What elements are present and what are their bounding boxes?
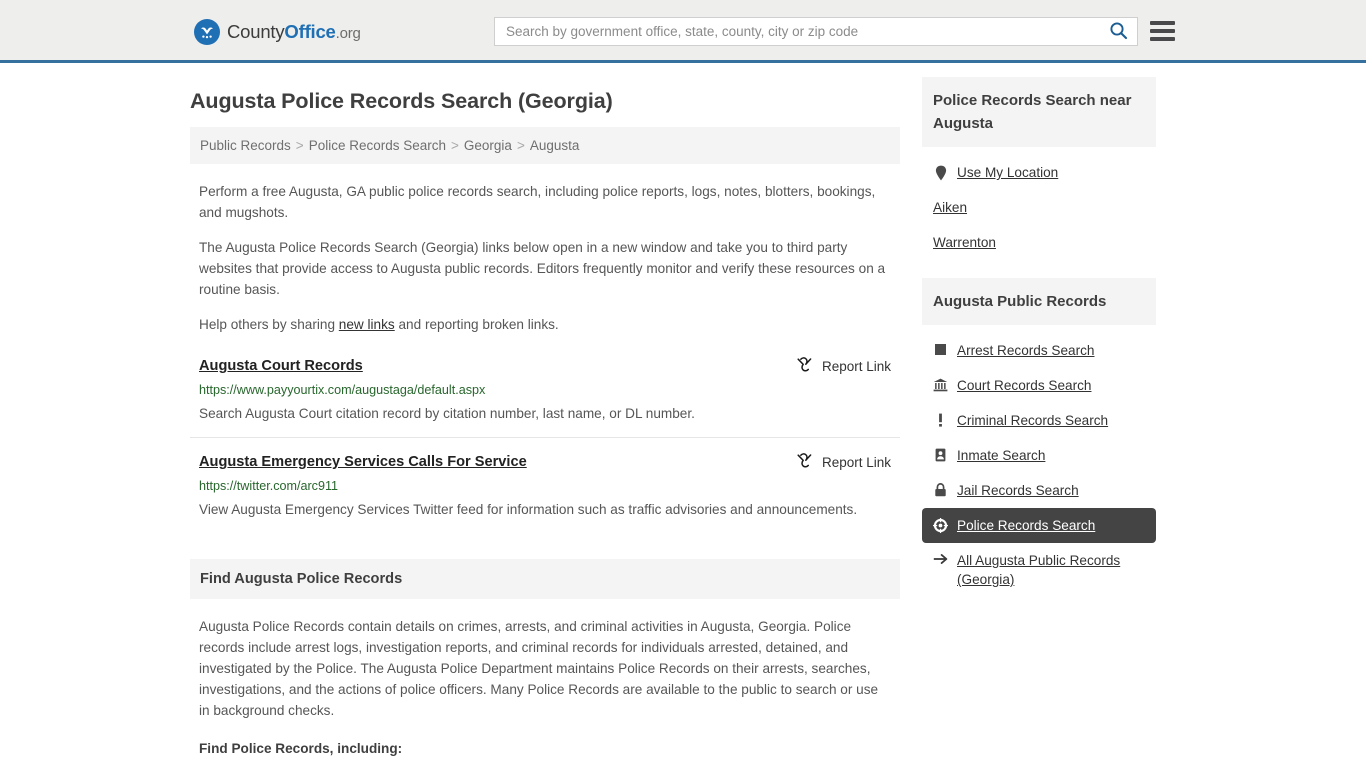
- sidebar-item-label: Aiken: [933, 200, 968, 215]
- content-container: Augusta Police Records Search (Georgia) …: [190, 63, 1176, 768]
- breadcrumb-item-georgia[interactable]: Georgia: [464, 138, 512, 153]
- result-item: Augusta Court Records Report Link https:…: [190, 356, 900, 438]
- sidebar-list-public-records: Arrest Records Search Court Records Sear…: [922, 325, 1156, 597]
- search-bar[interactable]: [494, 17, 1138, 46]
- intro-text: Perform a free Augusta, GA public police…: [190, 181, 900, 335]
- map-pin-icon: [933, 165, 948, 181]
- new-links-link[interactable]: new links: [339, 317, 395, 332]
- sidebar-item-label: All Augusta Public Records (Georgia): [957, 553, 1121, 587]
- page-title: Augusta Police Records Search (Georgia): [190, 89, 613, 113]
- sidebar-item-label: Police Records Search: [957, 518, 1096, 533]
- breadcrumb-separator: >: [295, 138, 304, 153]
- sidebar-item-label: Criminal Records Search: [957, 413, 1109, 428]
- result-description: Search Augusta Court citation record by …: [199, 406, 695, 421]
- breadcrumb-item-augusta[interactable]: Augusta: [530, 138, 580, 153]
- sidebar-list-near: Use My Location Aiken Warrenton: [922, 147, 1156, 260]
- fingerprint-icon: [933, 343, 948, 356]
- search-input[interactable]: [495, 18, 1099, 45]
- section-paragraph: Augusta Police Records contain details o…: [199, 619, 879, 718]
- result-header: Augusta Court Records Report Link: [199, 356, 891, 376]
- sidebar-item-label: Warrenton: [933, 235, 996, 250]
- site-logo[interactable]: CountyOffice.org: [194, 19, 361, 45]
- main-column: Augusta Police Records Search (Georgia) …: [190, 63, 900, 768]
- intro-p3-after: and reporting broken links.: [394, 317, 559, 332]
- brand-word-county: County: [227, 21, 285, 42]
- result-url: https://twitter.com/arc911: [199, 479, 339, 493]
- sidebar-item-aiken[interactable]: Aiken: [922, 190, 1156, 225]
- menu-bar-1: [1150, 21, 1175, 25]
- sidebar: Police Records Search near Augusta Use M…: [922, 63, 1156, 768]
- results-list: Augusta Court Records Report Link https:…: [190, 356, 900, 533]
- sidebar-item-label: Inmate Search: [957, 448, 1046, 463]
- sidebar-item-arrest-records-search[interactable]: Arrest Records Search: [922, 333, 1156, 368]
- courthouse-icon: [933, 378, 948, 392]
- sidebar-item-jail-records-search[interactable]: Jail Records Search: [922, 473, 1156, 508]
- sidebar-card-near: Police Records Search near Augusta Use M…: [922, 77, 1156, 260]
- brand-wordmark: CountyOffice.org: [227, 21, 361, 43]
- sidebar-item-warrenton[interactable]: Warrenton: [922, 225, 1156, 260]
- arrow-right-icon: [933, 553, 948, 565]
- sidebar-heading-public-records: Augusta Public Records: [922, 278, 1156, 325]
- intro-p3-before: Help others by sharing: [199, 317, 339, 332]
- sidebar-item-all-augusta-public-records[interactable]: All Augusta Public Records (Georgia): [922, 543, 1156, 597]
- report-link-button[interactable]: Report Link: [796, 453, 891, 471]
- breadcrumb-separator: >: [451, 138, 459, 153]
- sidebar-item-label: Arrest Records Search: [957, 343, 1095, 358]
- search-icon: [1109, 21, 1128, 43]
- police-badge-icon: [933, 518, 948, 533]
- report-link-label: Report Link: [821, 454, 891, 470]
- sidebar-item-inmate-search[interactable]: Inmate Search: [922, 438, 1156, 473]
- hamburger-menu-icon[interactable]: [1150, 19, 1175, 43]
- exclamation-icon: [933, 413, 948, 427]
- result-title-link[interactable]: Augusta Emergency Services Calls For Ser…: [199, 452, 527, 472]
- intro-paragraph-2: The Augusta Police Records Search (Georg…: [199, 240, 886, 297]
- sidebar-item-label: Use My Location: [957, 165, 1059, 180]
- id-badge-icon: [933, 448, 948, 462]
- broken-chain-icon: [796, 357, 813, 375]
- intro-paragraph-1: Perform a free Augusta, GA public police…: [199, 184, 876, 220]
- section-heading: Find Augusta Police Records: [190, 559, 900, 599]
- sidebar-item-use-my-location[interactable]: Use My Location: [922, 155, 1156, 190]
- menu-bar-3: [1150, 37, 1175, 41]
- report-link-button[interactable]: Report Link: [796, 357, 891, 375]
- menu-bar-2: [1150, 29, 1175, 33]
- sidebar-heading-near: Police Records Search near Augusta: [922, 77, 1156, 147]
- breadcrumb-item-public-records[interactable]: Public Records: [200, 138, 291, 153]
- intro-paragraph-3: Help others by sharing new links and rep…: [190, 314, 900, 335]
- breadcrumb-separator: >: [516, 138, 525, 153]
- sidebar-card-public-records: Augusta Public Records Arrest Records Se…: [922, 278, 1156, 597]
- search-button[interactable]: [1099, 18, 1137, 45]
- brand-word-org: .org: [335, 25, 361, 42]
- broken-chain-icon: [796, 453, 813, 471]
- section-body: Augusta Police Records contain details o…: [190, 616, 900, 768]
- lock-icon: [933, 483, 948, 497]
- sidebar-item-label: Court Records Search: [957, 378, 1092, 393]
- site-header: CountyOffice.org: [0, 0, 1366, 63]
- result-url: https://www.payyourtix.com/augustaga/def…: [199, 383, 486, 397]
- result-description: View Augusta Emergency Services Twitter …: [199, 502, 858, 517]
- report-link-label: Report Link: [821, 358, 891, 374]
- sidebar-item-court-records-search[interactable]: Court Records Search: [922, 368, 1156, 403]
- brand-word-office: Office: [284, 21, 336, 42]
- section-list-lead: Find Police Records, including:: [199, 741, 403, 756]
- sidebar-item-label: Jail Records Search: [957, 483, 1079, 498]
- result-title-link[interactable]: Augusta Court Records: [199, 356, 363, 376]
- result-header: Augusta Emergency Services Calls For Ser…: [199, 452, 891, 472]
- sidebar-item-criminal-records-search[interactable]: Criminal Records Search: [922, 403, 1156, 438]
- result-item: Augusta Emergency Services Calls For Ser…: [190, 452, 900, 533]
- sidebar-item-police-records-search[interactable]: Police Records Search: [922, 508, 1156, 543]
- breadcrumb: Public Records > Police Records Search >…: [190, 127, 900, 164]
- breadcrumb-item-police-records-search[interactable]: Police Records Search: [309, 138, 446, 153]
- eagle-emblem-icon: [194, 19, 220, 45]
- page-body: Augusta Police Records Search (Georgia) …: [0, 63, 1366, 768]
